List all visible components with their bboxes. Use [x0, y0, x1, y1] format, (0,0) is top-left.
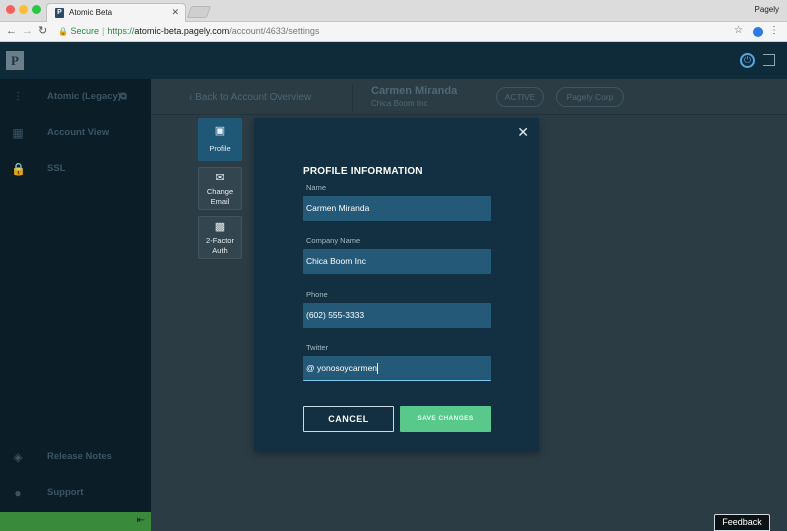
tab-label: Change Email	[206, 187, 234, 206]
qr-code-icon: ▩	[214, 221, 226, 233]
sidebar-footer: ⇤	[0, 512, 151, 531]
new-tab-button[interactable]	[186, 6, 212, 18]
collapse-sidebar-icon[interactable]: ⇤	[137, 515, 145, 526]
tab-close-icon[interactable]: ✕	[171, 7, 179, 18]
name-label: Name	[306, 183, 327, 192]
chat-icon: ●	[14, 486, 22, 500]
secure-lock-icon: 🔒	[58, 27, 68, 36]
reload-icon[interactable]: ↻	[38, 25, 47, 38]
twitter-label: Twitter	[306, 343, 329, 352]
sidebar-item-label: Account View	[47, 127, 110, 138]
url-host: atomic-beta.pagely.com	[134, 26, 230, 36]
envelope-icon: ✉	[215, 172, 225, 184]
back-to-account-link[interactable]: ‹ Back to Account Overview	[189, 92, 311, 103]
company-label: Company Name	[306, 236, 361, 245]
text-cursor	[377, 363, 379, 375]
tag-icon: ◈	[13, 450, 23, 464]
forward-arrow-icon[interactable]: →	[22, 25, 33, 38]
url-scheme: https://	[107, 26, 135, 36]
secure-label: Secure	[70, 26, 100, 36]
extension-icon[interactable]	[753, 27, 763, 37]
power-icon[interactable]: ⏻	[740, 53, 755, 68]
customer-company: Chica Boom Inc	[371, 99, 428, 108]
pagely-logo[interactable]: P	[6, 51, 24, 70]
customer-name: Carmen Miranda	[371, 85, 458, 97]
cancel-button[interactable]: CANCEL	[303, 406, 394, 432]
status-badge: ACTIVE	[496, 87, 544, 107]
save-changes-button[interactable]: SAVE CHANGES	[400, 406, 491, 432]
tab-title: Atomic Beta	[69, 8, 113, 17]
sidebar-item-atomic-legacy[interactable]: ⫶ Atomic (Legacy) ⧉	[0, 83, 151, 113]
feedback-button[interactable]: Feedback	[714, 514, 770, 531]
sidebar-item-label: Release Notes	[47, 451, 112, 462]
browser-menu-icon[interactable]: ⋮	[769, 25, 779, 36]
tab-profile[interactable]: ▣ Profile	[198, 118, 242, 161]
org-badge[interactable]: Pagely Corp	[556, 87, 624, 107]
back-arrow-icon[interactable]: ←	[6, 25, 17, 38]
tab-label: Profile	[209, 144, 231, 153]
sidebar-item-support[interactable]: ● Support	[0, 479, 151, 509]
dashboard-icon: ▦	[12, 126, 24, 140]
browser-profile-name[interactable]: Pagely	[755, 5, 779, 14]
sidebar-item-account-view[interactable]: ▦ Account View	[0, 119, 151, 149]
url-field[interactable]: 🔒 Secure | https://atomic-beta.pagely.com/…	[58, 25, 319, 38]
minimize-window-button[interactable]	[19, 5, 28, 14]
tab-change-email[interactable]: ✉ Change Email	[198, 167, 242, 210]
account-topbar: ‹ Back to Account Overview Carmen Mirand…	[151, 79, 787, 115]
phone-label: Phone	[306, 290, 328, 299]
name-field[interactable]: Carmen Miranda	[303, 196, 491, 221]
address-bar: ← → ↻ 🔒 Secure | https://atomic-beta.pagel…	[0, 22, 787, 42]
close-window-button[interactable]	[6, 5, 15, 14]
tab-label: 2-Factor Auth	[206, 236, 234, 255]
back-link-label: Back to Account Overview	[195, 92, 312, 103]
twitter-field[interactable]: @ yonosoycarmen	[303, 356, 491, 381]
url-path: /account/4633/settings	[229, 26, 320, 36]
tab-2-factor-auth[interactable]: ▩ 2-Factor Auth	[198, 216, 242, 259]
at-sign: @	[306, 363, 315, 373]
sidebar-item-label: Support	[47, 487, 84, 498]
browser-tab[interactable]: P Atomic Beta ✕	[46, 3, 186, 22]
modal-title: PROFILE INFORMATION	[303, 166, 423, 177]
logout-icon[interactable]	[763, 54, 775, 66]
close-icon[interactable]: ✕	[517, 125, 529, 139]
maximize-window-button[interactable]	[32, 5, 41, 14]
pagely-favicon-icon: P	[55, 8, 64, 18]
waveform-icon: ⫶	[16, 90, 20, 104]
sidebar-item-label: SSL	[47, 163, 66, 174]
profile-modal: ✕ PROFILE INFORMATION Name Carmen Mirand…	[254, 118, 539, 452]
id-badge-icon: ▣	[214, 125, 226, 137]
sidebar: ⫶ Atomic (Legacy) ⧉ ▦ Account View 🔒 SSL…	[0, 79, 151, 531]
company-field[interactable]: Chica Boom Inc	[303, 249, 491, 274]
sidebar-item-release-notes[interactable]: ◈ Release Notes	[0, 443, 151, 473]
sidebar-item-label: Atomic (Legacy)	[47, 91, 121, 102]
phone-field[interactable]: (602) 555-3333	[303, 303, 491, 328]
bookmark-star-icon[interactable]: ☆	[734, 25, 743, 36]
lock-icon: 🔒	[11, 162, 26, 176]
app-header: P ⏻	[0, 42, 787, 79]
twitter-value: yonosoycarmen	[317, 363, 378, 373]
sidebar-item-ssl[interactable]: 🔒 SSL	[0, 155, 151, 185]
divider	[352, 84, 353, 112]
browser-tab-bar: P Atomic Beta ✕ Pagely	[0, 0, 787, 22]
external-link-icon: ⧉	[120, 91, 127, 102]
